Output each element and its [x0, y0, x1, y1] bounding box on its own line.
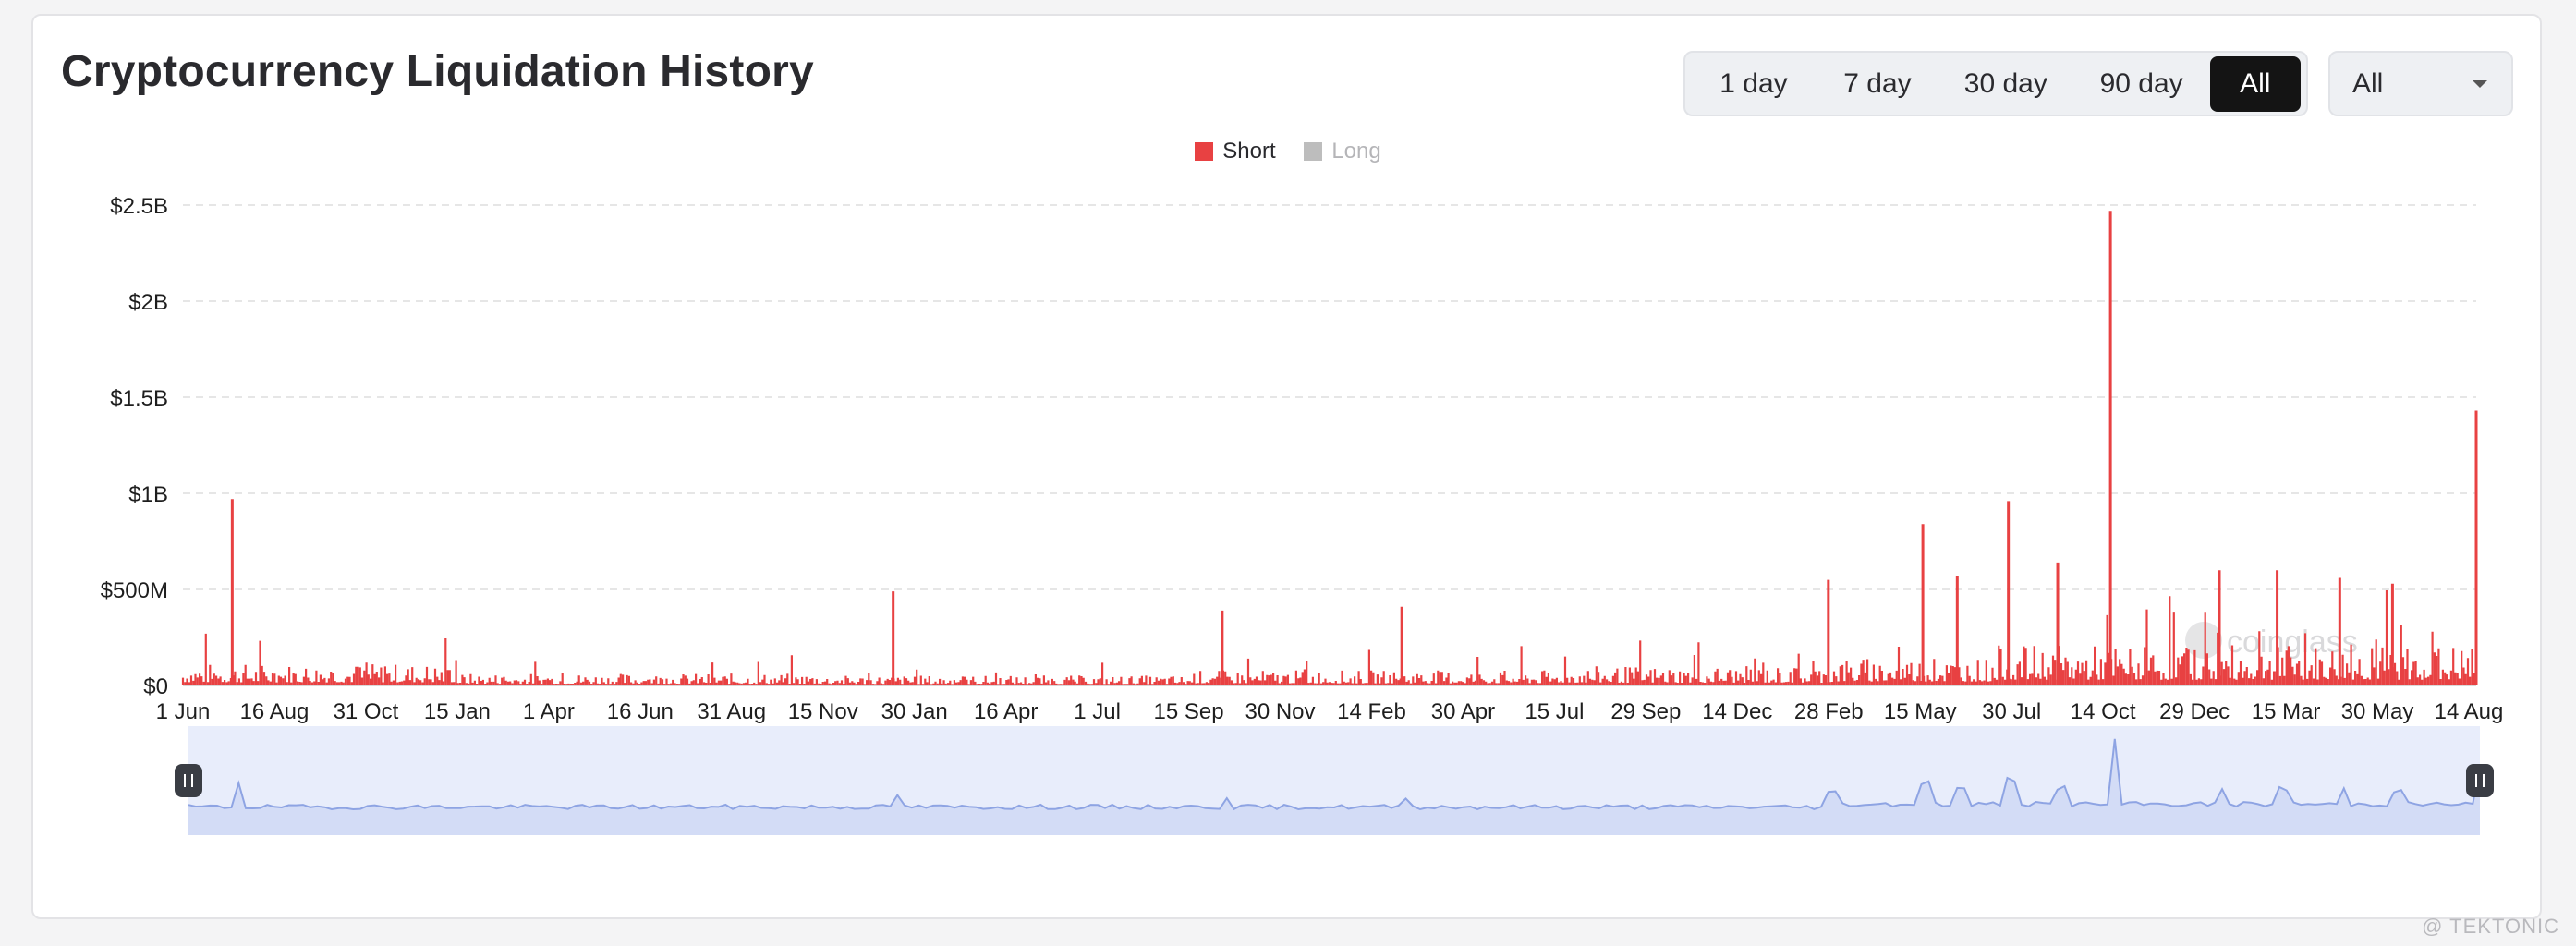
coin-select-dropdown[interactable]: All [2328, 51, 2513, 116]
range-1-day-button[interactable]: 1 day [1691, 56, 1817, 112]
range-all-button[interactable]: All [2209, 55, 2301, 112]
legend-swatch-long [1304, 142, 1323, 161]
range-90-day-button[interactable]: 90 day [2073, 56, 2210, 112]
range-30-day-button[interactable]: 30 day [1938, 56, 2073, 112]
chevron-down-icon [2473, 80, 2487, 88]
legend-item-long[interactable]: Long [1304, 139, 1381, 164]
range-7-day-button[interactable]: 7 day [1817, 56, 1938, 112]
chart-legend: Short Long [0, 139, 2576, 167]
corner-credit: @ TEKTONIC [2422, 915, 2559, 938]
legend-swatch-short [1195, 142, 1214, 161]
legend-item-short[interactable]: Short [1195, 139, 1276, 164]
coin-select-value: All [2352, 68, 2384, 99]
legend-label-short: Short [1222, 139, 1276, 164]
legend-label-long: Long [1331, 139, 1381, 164]
time-range-selector: 1 day 7 day 30 day 90 day All [1683, 51, 2308, 116]
page-title: Cryptocurrency Liquidation History [61, 47, 814, 96]
